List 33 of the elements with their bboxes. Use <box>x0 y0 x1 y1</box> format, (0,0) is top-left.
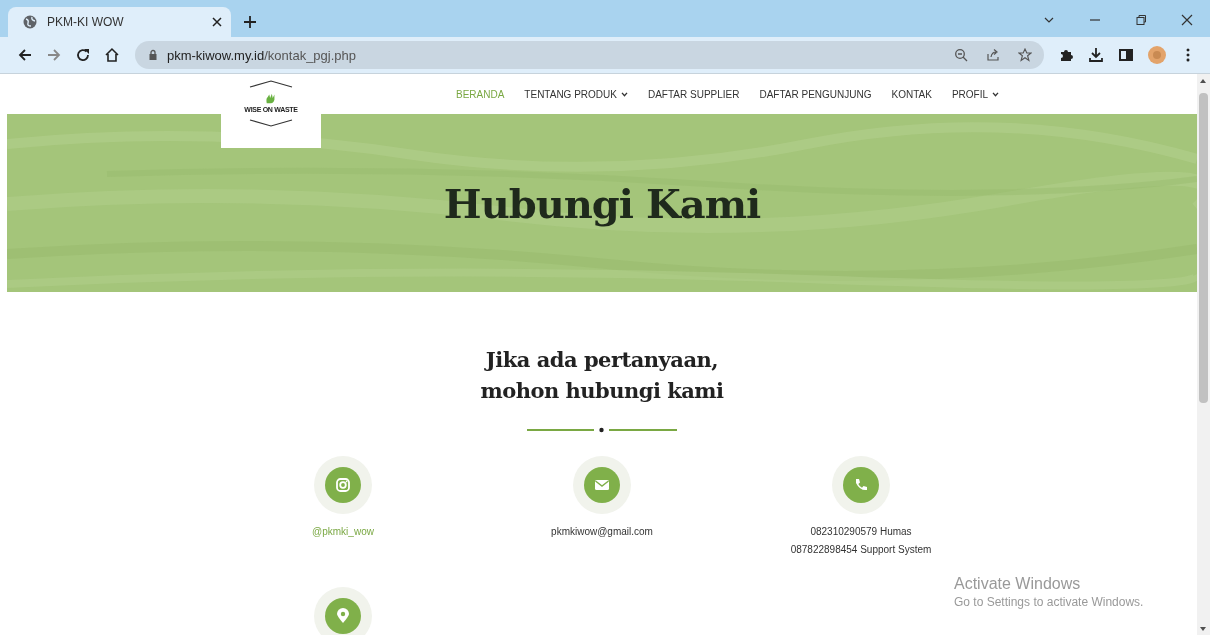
contact-text: 087822898454 Support System <box>790 543 932 557</box>
globe-icon <box>22 14 38 30</box>
star-icon[interactable] <box>1018 48 1033 62</box>
nav-link[interactable]: TENTANG PRODUK <box>524 88 628 100</box>
instagram-icon <box>333 475 353 495</box>
tab-title: PKM-KI WOW <box>47 15 125 29</box>
download-icon[interactable] <box>1088 47 1105 63</box>
share-icon[interactable] <box>986 48 1001 62</box>
side-panel-icon[interactable] <box>1118 47 1135 63</box>
new-tab-icon[interactable] <box>243 15 257 29</box>
section-heading: Jika ada pertanyaan, mohon hubungi kami <box>480 346 724 405</box>
address-bar[interactable]: pkm-kiwow.my.id/kontak_pgj.php <box>134 41 1045 69</box>
reload-icon[interactable] <box>74 47 91 63</box>
back-icon[interactable] <box>17 47 33 63</box>
scrollbar[interactable] <box>1197 74 1210 635</box>
page-title: Hubungi Kami <box>443 179 761 227</box>
close-icon[interactable] <box>1181 14 1193 26</box>
activation-title: Activate Windows <box>954 575 1082 593</box>
close-icon[interactable] <box>212 17 222 27</box>
puzzle-icon[interactable] <box>1058 47 1075 63</box>
nav-link[interactable]: KONTAK <box>891 88 932 100</box>
restore-icon[interactable] <box>1135 14 1147 26</box>
url-text: pkm-kiwow.my.id/kontak_pgj.php <box>166 47 356 63</box>
nav-link[interactable]: DAFTAR PENGUNJUNG <box>759 88 872 100</box>
activation-message: Go to Settings to activate Windows. <box>954 595 1144 609</box>
home-icon[interactable] <box>103 47 120 63</box>
zoom-out-icon[interactable] <box>954 48 969 62</box>
browser-tab[interactable]: PKM-KI WOW <box>8 7 231 37</box>
forward-icon[interactable] <box>46 47 62 63</box>
contact-text: 082310290579 Humas <box>810 525 912 539</box>
nav-link[interactable]: PROFIL <box>951 88 1000 100</box>
nav-link[interactable]: DAFTAR SUPPLIER <box>647 88 740 100</box>
contact-text: pkmkiwow@gmail.com <box>551 525 653 539</box>
